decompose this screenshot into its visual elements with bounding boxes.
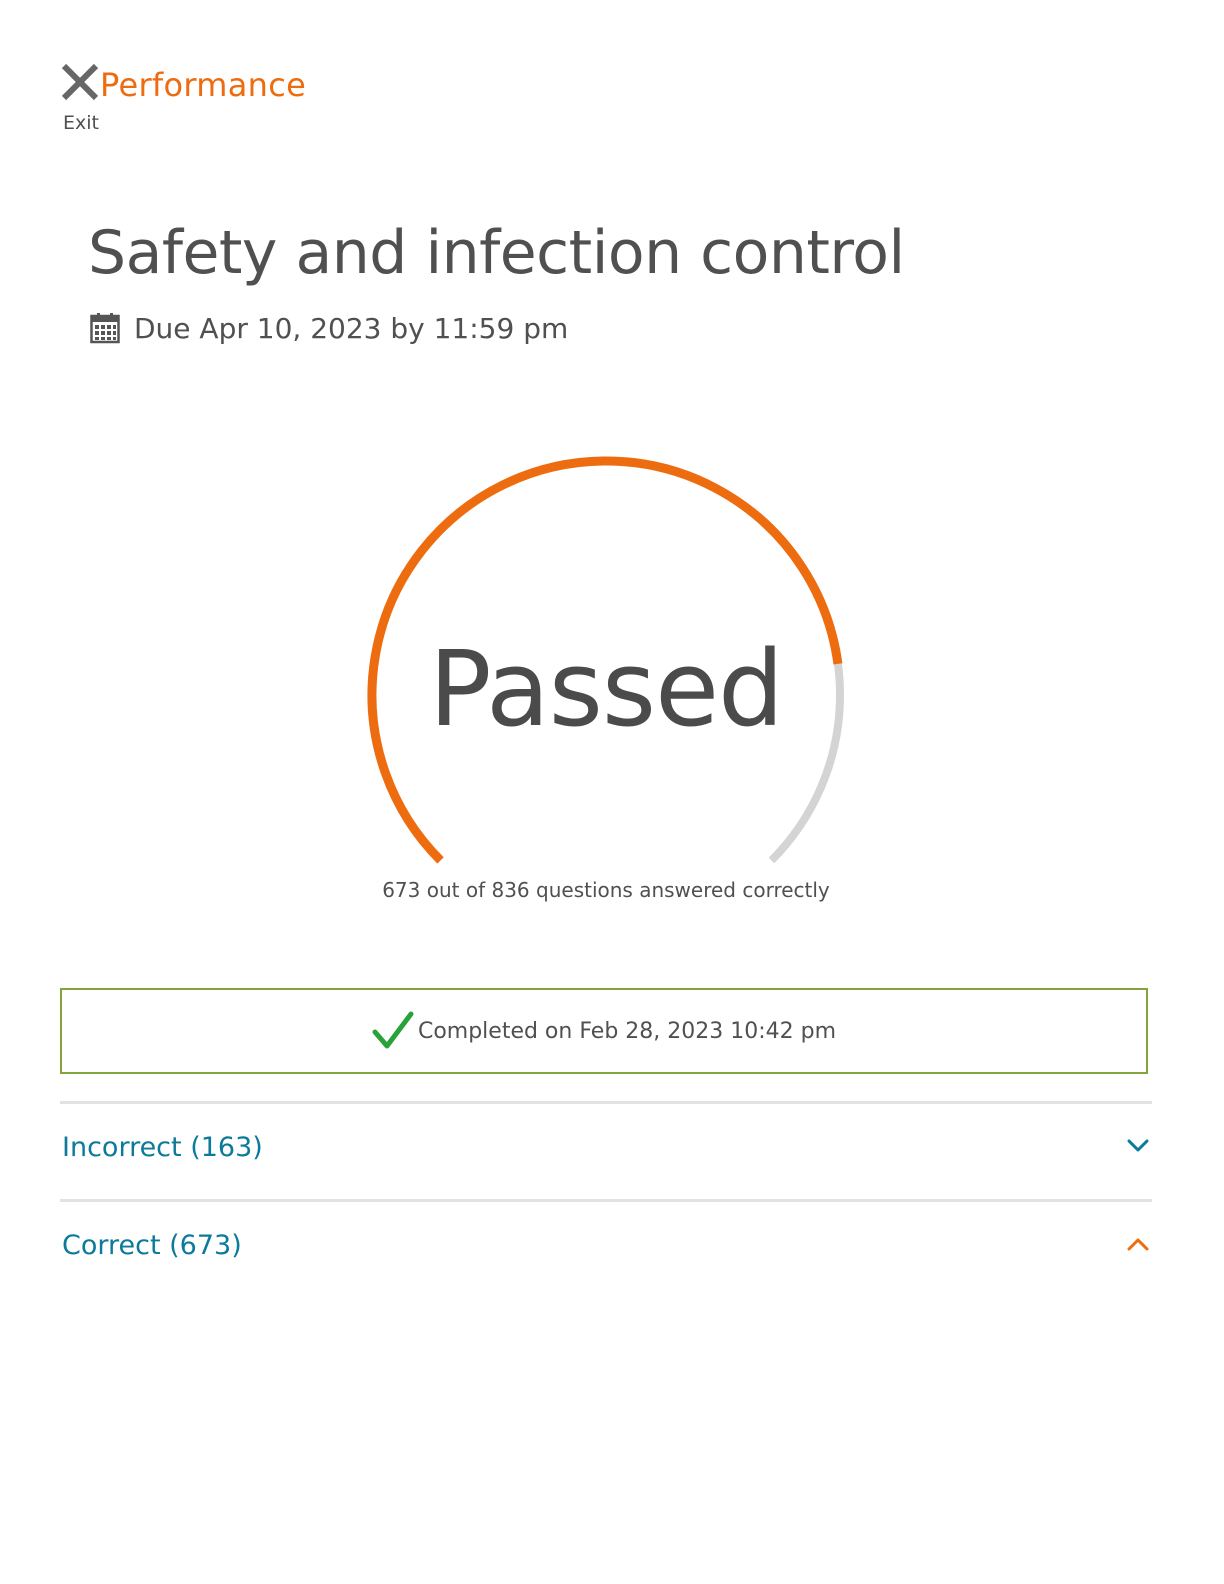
due-date-row: Due Apr 10, 2023 by 11:59 pm — [90, 308, 568, 348]
completed-date: Completed on Feb 28, 2023 10:42 pm — [417, 1018, 837, 1044]
correct-section-label: Correct (673) — [62, 1230, 242, 1261]
score-gauge: Passed — [356, 450, 856, 880]
incorrect-section-toggle[interactable]: Incorrect (163) — [60, 1101, 1152, 1197]
correct-section-toggle[interactable]: Correct (673) — [60, 1199, 1152, 1295]
pass-status: Passed — [428, 628, 784, 750]
app-title: Performance — [100, 66, 307, 104]
exit-label: Exit — [63, 112, 99, 134]
due-date-text: Due Apr 10, 2023 by 11:59 pm — [134, 311, 569, 345]
close-icon — [61, 63, 99, 101]
incorrect-section-label: Incorrect (163) — [62, 1132, 263, 1163]
page-title: Safety and infection control — [88, 218, 905, 288]
completed-banner: Completed on Feb 28, 2023 10:42 pm — [60, 988, 1148, 1074]
score-summary: 673 out of 836 questions answered correc… — [382, 878, 830, 902]
calendar-icon — [90, 313, 120, 344]
checkmark-icon — [372, 1011, 414, 1049]
chevron-up-icon — [1127, 1238, 1149, 1251]
chevron-down-icon — [1127, 1139, 1149, 1152]
